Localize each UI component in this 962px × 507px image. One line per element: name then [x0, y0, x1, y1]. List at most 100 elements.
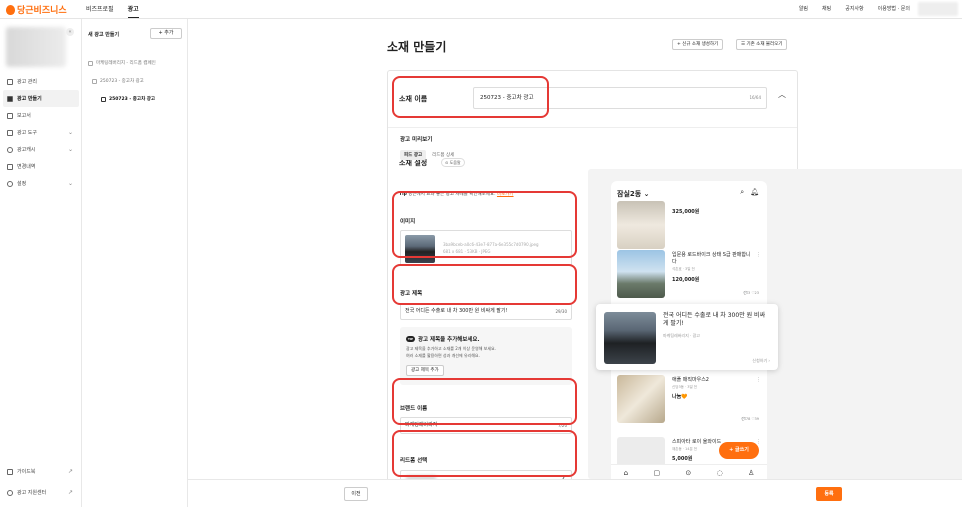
sidebar-item-label: 보고서: [17, 113, 31, 119]
sidebar-item-report[interactable]: 보고서: [3, 107, 79, 124]
register-button[interactable]: 등록: [816, 487, 842, 501]
item-title: 입문용 로드바이크 상태 S급 판매합니다: [672, 252, 751, 265]
sidebar-item-label: 광고 만들기: [17, 96, 42, 102]
new-creative-button[interactable]: + 신규 소재 생성하기: [672, 39, 724, 50]
preview-title: 광고 미리보기: [400, 137, 433, 143]
add-title-button[interactable]: 광고 제목 추가: [406, 365, 444, 376]
title-tip-box: TIP 광고 제목을 추가해보세요. 광고 제목을 추가하고 소재를 2개 이상 …: [400, 327, 572, 385]
tab-leadform[interactable]: 리드폼 상세: [428, 150, 458, 160]
community-icon: ▢: [653, 469, 661, 477]
highlight-leadform: [392, 430, 577, 477]
account-menu[interactable]: [918, 2, 958, 16]
char-count: 16/64: [749, 95, 761, 100]
gear-icon: [7, 180, 13, 187]
sidebar-item-label: 광고 도구: [17, 130, 37, 136]
map-pin-icon: ⊙: [685, 469, 692, 477]
sidebar-item-ad-manage[interactable]: 광고 관리: [3, 73, 79, 90]
bell-icon: 🔔︎: [750, 188, 759, 196]
sidebar-item-ad-create[interactable]: 광고 만들기: [3, 90, 79, 107]
highlight-image: [392, 191, 577, 258]
folder-icon: [92, 78, 97, 84]
write-post-button[interactable]: + 글쓰기: [719, 442, 759, 459]
sidebar-item-ad-tools[interactable]: 광고 도구 ⌄: [3, 124, 79, 141]
logo-text: 당근비즈니스: [17, 6, 67, 16]
sidebar-item-label: 변경내역: [17, 164, 36, 170]
promo-head: TIP 광고 제목을 추가해보세요.: [406, 335, 480, 343]
top-right-menu: 알림 채팅 공지사항 이용방법 · 문의: [799, 5, 910, 12]
sidebar-item-label: 설정: [17, 181, 27, 187]
tab-feed[interactable]: 피드 광고: [400, 150, 427, 160]
promo-line: 광고 제목을 추가하고 소재를 2개 이상 운영해 보세요.: [406, 346, 496, 351]
promo-line: 여러 소재를 활용하면 성과 개선에 유리해요.: [406, 353, 480, 358]
top-bar: 당근비즈니스 비즈프로필 광고 알림 채팅 공지사항 이용방법 · 문의: [0, 0, 962, 19]
campaign-tree-panel: 새 광고 만들기 + 추가 마케팅레버리지 - 리드폼 캠페인 250723 -…: [82, 19, 188, 507]
megaphone-icon: [88, 60, 93, 66]
notifications-link[interactable]: 알림: [799, 5, 808, 12]
tree-item-adgroup[interactable]: 250723 - 중고차 광고: [92, 78, 144, 84]
item-thumbnail: [617, 201, 665, 249]
item-price: 5,000원: [672, 456, 693, 462]
ad-preview-card: 전국 어디든 수출로 내 차 300만 원 비싸게 팔기! 마케팅레버리지 · …: [596, 304, 778, 370]
tree-item-campaign[interactable]: 마케팅레버리지 - 리드폼 캠페인: [88, 60, 156, 66]
book-icon: [7, 468, 13, 475]
sidebar-item-label: 광고캐시: [17, 147, 36, 153]
list-item: 입문용 로드바이크 상태 S급 판매합니다 석촌호 · 3일 전 120,000…: [617, 250, 765, 302]
sidebar-item-label: 광고 지원센터: [17, 490, 47, 496]
chevron-up-icon[interactable]: ︿: [778, 89, 786, 100]
ad-title: 전국 어디든 수출로 내 차 300만 원 비싸게 팔기!: [663, 312, 766, 327]
tree-item-label: 마케팅레버리지 - 리드폼 캠페인: [96, 61, 156, 66]
profile-icon: ♙: [748, 469, 755, 477]
item-subtitle: 석촌호 · 3일 전: [672, 267, 695, 271]
load-creative-button[interactable]: ☰ 기존 소재 불러오기: [736, 39, 788, 50]
sidebar-item-guidebook[interactable]: 가이드북 ↗: [3, 463, 79, 480]
tool-icon: [7, 129, 13, 136]
item-thumbnail: [617, 250, 665, 298]
ad-brand: 마케팅레버리지 · 광고: [663, 333, 700, 338]
item-meta: 💬3 ♡23: [743, 291, 759, 295]
nav-bizprofile[interactable]: 비즈프로필: [86, 4, 114, 18]
notice-link[interactable]: 공지사항: [845, 5, 863, 12]
external-link-icon: ↗: [67, 468, 73, 475]
previous-button[interactable]: 이전: [344, 487, 368, 501]
item-thumbnail: [617, 375, 665, 423]
item-subtitle: 신당3동 · 3일 전: [672, 385, 698, 389]
image-icon: [101, 96, 106, 102]
page-title: 소재 만들기: [387, 40, 447, 54]
plus-square-icon: [7, 95, 13, 102]
location-label: 잠실2동 ⌄: [617, 189, 650, 199]
tree-item-creative[interactable]: 250723 - 중고차 광고: [101, 96, 155, 102]
chevron-down-icon: ⌄: [67, 146, 73, 153]
cash-icon: [7, 146, 13, 153]
tree-item-label: 250723 - 중고차 광고: [109, 97, 156, 102]
ad-cta-link[interactable]: 신청하기 ›: [752, 358, 770, 364]
help-link[interactable]: 이용방법 · 문의: [878, 5, 910, 12]
item-price: 325,000원: [672, 209, 700, 215]
nav-ads[interactable]: 광고: [127, 4, 139, 18]
highlight-brand: [392, 378, 577, 425]
profile-card[interactable]: [6, 27, 66, 67]
more-icon: ⋮: [756, 377, 761, 383]
bottom-action-bar: 이전 등록: [188, 479, 962, 507]
item-meta: 💬78 ♡39: [741, 417, 759, 421]
sidebar-item-support[interactable]: 광고 지원센터 ↗: [3, 484, 79, 501]
item-price: 나눔🧡: [672, 394, 688, 400]
chevron-down-icon: ⌄: [67, 129, 73, 136]
promo-head-text: 광고 제목을 추가해보세요.: [418, 337, 480, 343]
home-icon: ⌂: [623, 469, 629, 477]
ad-title-input[interactable]: 전국 어디든 수출로 내 차 300만 원 비싸게 팔기! 29/30: [400, 303, 572, 320]
sidebar-menu: 광고 관리 광고 만들기 보고서 광고 도구 ⌄ 광고캐시 ⌄ 변경내역 설정 ⌄: [3, 73, 79, 192]
logo[interactable]: 당근비즈니스: [6, 3, 67, 16]
chat-icon: ◌: [716, 469, 723, 477]
headset-icon: [7, 489, 13, 496]
promo-text: 광고 제목을 추가하고 소재를 2개 이상 운영해 보세요. 여러 소재를 활용…: [406, 345, 496, 359]
collapse-sidebar-icon[interactable]: «: [66, 28, 74, 36]
sidebar-item-history[interactable]: 변경내역: [3, 158, 79, 175]
sidebar-item-ad-cash[interactable]: 광고캐시 ⌄: [3, 141, 79, 158]
chevron-down-icon: ⌄: [67, 180, 73, 187]
preview-tabs: 피드 광고 리드폼 상세: [400, 150, 458, 160]
add-button[interactable]: + 추가: [150, 28, 182, 39]
chat-link[interactable]: 채팅: [822, 5, 831, 12]
sidebar-item-settings[interactable]: 설정 ⌄: [3, 175, 79, 192]
megaphone-icon: [7, 78, 13, 85]
search-icon: ⌕: [740, 188, 745, 196]
